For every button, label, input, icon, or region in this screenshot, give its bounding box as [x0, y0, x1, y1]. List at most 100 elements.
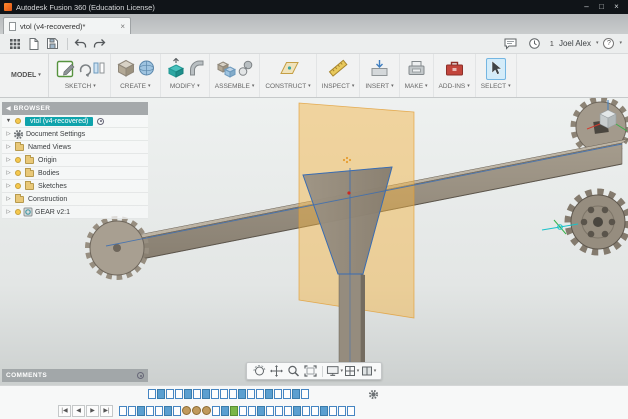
browser-item-sketches[interactable]: ▷ Sketches: [2, 180, 148, 193]
data-panel-toggle-icon[interactable]: [6, 36, 23, 51]
toolbar-group-label[interactable]: MAKE ▾: [405, 83, 428, 90]
document-tab[interactable]: vtol (v4-recovered)* ×: [3, 17, 131, 34]
timeline-feature-sketch[interactable]: [283, 389, 291, 399]
toolbar-group-label[interactable]: INSERT ▾: [365, 83, 393, 90]
timeline-feature-sketch[interactable]: [347, 405, 355, 416]
timeline-feature-sketch[interactable]: [247, 389, 255, 399]
timeline-feature-solid[interactable]: [221, 405, 229, 416]
timeline-feature-solid[interactable]: [137, 405, 145, 416]
expand-comments-icon[interactable]: [137, 372, 144, 379]
model-canvas[interactable]: ◀ BROWSER ▼ vtol (v4-recovered) ▷ Docume…: [0, 98, 628, 385]
timeline-feature-sketch[interactable]: [173, 405, 181, 416]
timeline-feature-sketch[interactable]: [256, 389, 264, 399]
new-component-icon[interactable]: [216, 59, 236, 80]
timeline-feature-sketch[interactable]: [275, 405, 283, 416]
timeline-feature-solid[interactable]: [257, 405, 265, 416]
timeline-feature-gear[interactable]: [182, 406, 191, 415]
timeline-feature-solid[interactable]: [320, 405, 328, 416]
toolbar-group-label[interactable]: SKETCH ▾: [65, 83, 96, 90]
expand-caret-icon[interactable]: ▷: [4, 157, 13, 163]
timeline-feature-gear[interactable]: [202, 406, 211, 415]
timeline-feature-sketch[interactable]: [329, 405, 337, 416]
browser-item-named-views[interactable]: ▷ Named Views: [2, 141, 148, 154]
create-sphere-icon[interactable]: [138, 59, 155, 79]
display-settings-icon[interactable]: ▾: [326, 364, 343, 378]
timeline-feature-sketch[interactable]: [220, 389, 228, 399]
sketch-point-marker[interactable]: [347, 191, 351, 195]
minimize-button[interactable]: –: [579, 0, 594, 14]
file-menu-icon[interactable]: [25, 36, 42, 51]
timeline-feature-sketch[interactable]: [212, 405, 220, 416]
timeline-feature-green[interactable]: [230, 405, 238, 416]
collapse-panel-icon[interactable]: ◀: [6, 105, 11, 112]
activate-component-icon[interactable]: [97, 117, 105, 125]
expand-caret-icon[interactable]: ▷: [4, 144, 13, 150]
visibility-bulb-icon[interactable]: [15, 170, 21, 176]
timeline-feature-sketch[interactable]: [229, 389, 237, 399]
timeline-feature-sketch[interactable]: [211, 389, 219, 399]
timeline-feature-sketch[interactable]: [311, 405, 319, 416]
play-button[interactable]: ▶: [86, 404, 99, 417]
step-back-button[interactable]: ◀: [72, 404, 85, 417]
create-sketch-icon[interactable]: [56, 58, 76, 80]
zoom-icon[interactable]: [285, 364, 302, 378]
close-button[interactable]: ×: [609, 0, 624, 14]
create-box-icon[interactable]: [116, 58, 136, 80]
toolbar-group-label[interactable]: ADD-INS ▾: [439, 83, 470, 90]
expand-caret-icon[interactable]: ▷: [4, 183, 13, 189]
expand-caret-icon[interactable]: ▼: [4, 118, 13, 124]
go-to-end-button[interactable]: ▶|: [100, 404, 113, 417]
toolbar-group-label[interactable]: CONSTRUCT ▾: [265, 83, 310, 90]
help-menu[interactable]: ?: [603, 38, 615, 49]
timeline-feature-sketch[interactable]: [175, 389, 183, 399]
fillet-icon[interactable]: [188, 59, 204, 79]
pan-icon[interactable]: [268, 364, 285, 378]
fit-view-icon[interactable]: [302, 364, 319, 378]
browser-item-origin[interactable]: ▷ Origin: [2, 154, 148, 167]
timeline-settings-gear-icon[interactable]: [368, 389, 379, 400]
visibility-bulb-icon[interactable]: [15, 209, 21, 215]
save-icon[interactable]: [44, 36, 61, 51]
timeline-feature-sketch[interactable]: [193, 389, 201, 399]
timeline-feature-solid[interactable]: [238, 389, 246, 399]
timeline-feature-solid[interactable]: [157, 389, 165, 399]
browser-item-document-settings[interactable]: ▷ Document Settings: [2, 128, 148, 141]
go-to-start-button[interactable]: |◀: [58, 404, 71, 417]
comments-panel-header[interactable]: COMMENTS: [2, 369, 148, 382]
browser-item-construction[interactable]: ▷ Construction: [2, 193, 148, 206]
timeline-feature-solid[interactable]: [265, 389, 273, 399]
browser-root-label[interactable]: vtol (v4-recovered): [25, 116, 94, 126]
user-account-menu[interactable]: Joel Alex: [559, 39, 591, 48]
grid-settings-icon[interactable]: ▾: [343, 364, 360, 378]
timeline-feature-sketch[interactable]: [284, 405, 292, 416]
construction-plane-icon[interactable]: [277, 59, 299, 79]
timeline-feature-sketch[interactable]: [155, 405, 163, 416]
timeline-feature-sketch[interactable]: [128, 405, 136, 416]
expand-caret-icon[interactable]: ▷: [4, 196, 13, 202]
3d-print-icon[interactable]: [407, 59, 426, 79]
browser-item-bodies[interactable]: ▷ Bodies: [2, 167, 148, 180]
gear-right[interactable]: [564, 188, 628, 256]
timeline-feature-sketch[interactable]: [239, 405, 247, 416]
timeline-feature-sketch[interactable]: [166, 389, 174, 399]
timeline-feature-solid[interactable]: [292, 389, 300, 399]
insert-icon[interactable]: [370, 59, 389, 79]
toolbar-group-label[interactable]: SELECT ▾: [481, 83, 511, 90]
timeline-feature-sketch[interactable]: [338, 405, 346, 416]
toolbar-group-label[interactable]: CREATE ▾: [120, 83, 150, 90]
browser-header[interactable]: ◀ BROWSER: [2, 102, 148, 115]
timeline-feature-sketch[interactable]: [302, 405, 310, 416]
timeline-feature-sketch[interactable]: [119, 405, 127, 416]
orbit-icon[interactable]: [251, 364, 268, 378]
press-pull-icon[interactable]: [166, 57, 186, 80]
timeline-feature-sketch[interactable]: [146, 405, 154, 416]
toolbar-group-label[interactable]: ASSEMBLE ▾: [215, 83, 255, 90]
toolbar-group-label[interactable]: INSPECT ▾: [322, 83, 355, 90]
timeline-feature-solid[interactable]: [184, 389, 192, 399]
maximize-button[interactable]: □: [594, 0, 609, 14]
browser-item-root[interactable]: ▼ vtol (v4-recovered): [2, 115, 148, 128]
timeline-feature-sketch[interactable]: [148, 389, 156, 399]
timeline-feature-sketch[interactable]: [301, 389, 309, 399]
expand-caret-icon[interactable]: ▷: [4, 170, 13, 176]
timeline-feature-sketch[interactable]: [248, 405, 256, 416]
